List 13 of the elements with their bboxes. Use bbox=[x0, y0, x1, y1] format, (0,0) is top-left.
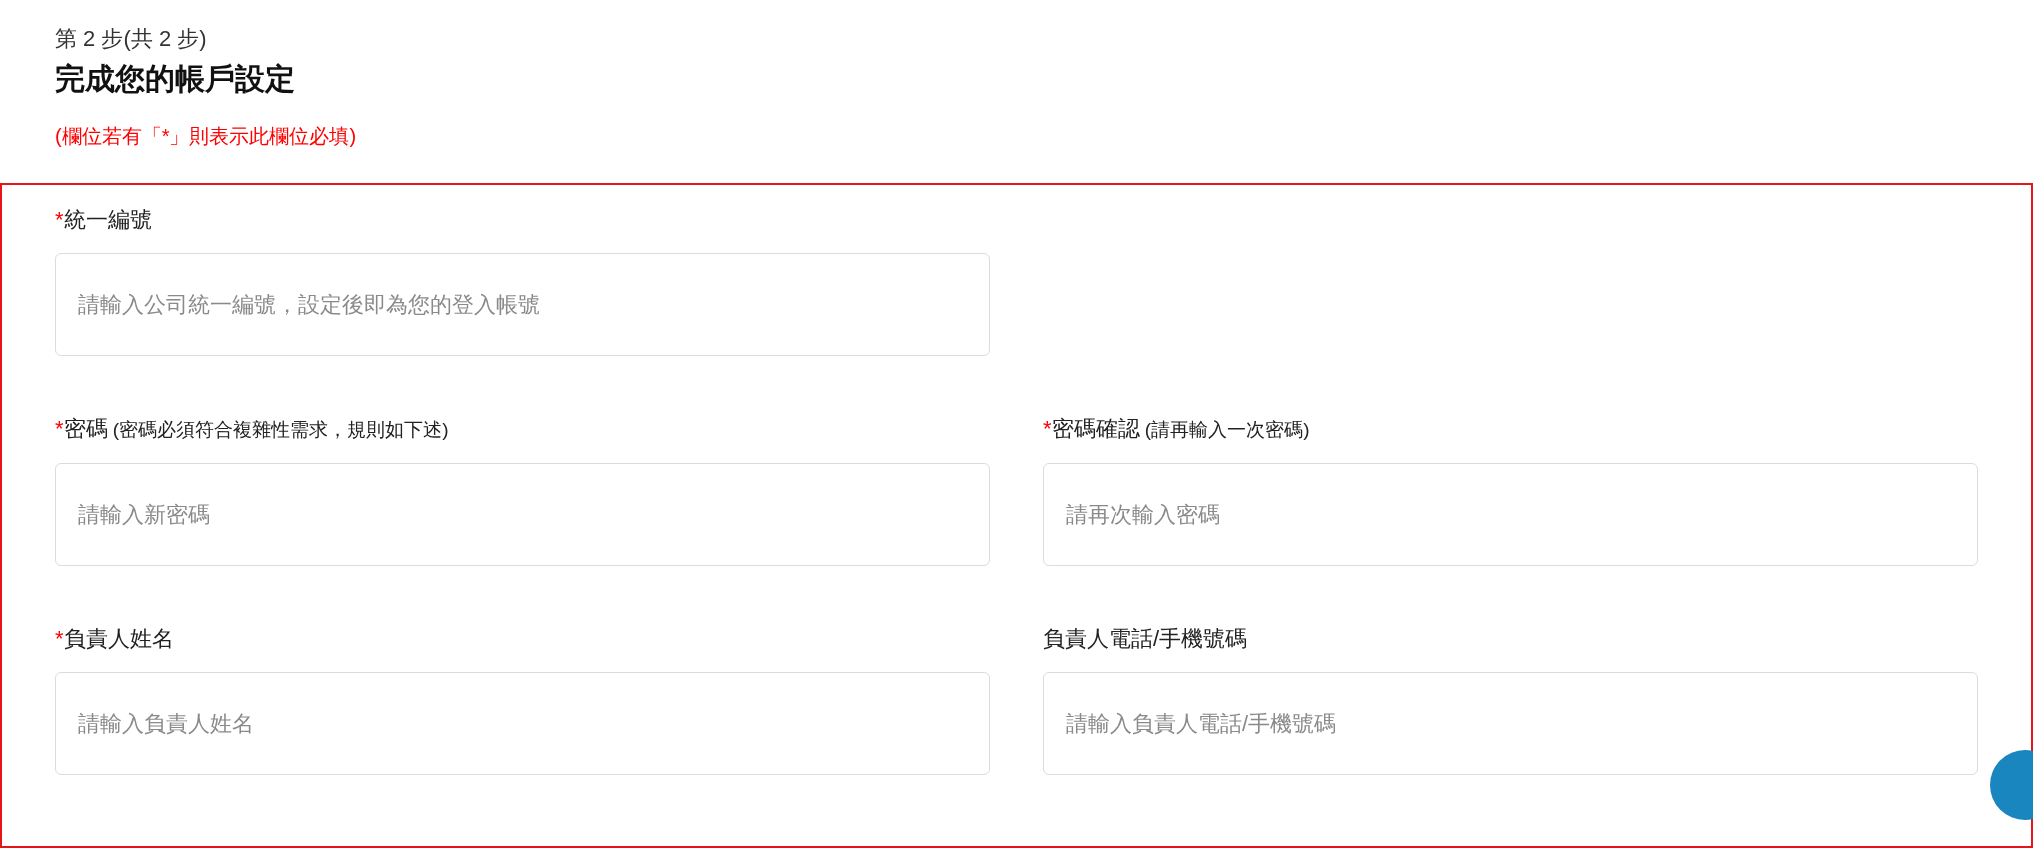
input-field[interactable]: 請輸入負責人電話/手機號碼 bbox=[1043, 672, 1978, 775]
input-field[interactable]: 請輸入公司統一編號，設定後即為您的登入帳號 bbox=[55, 253, 990, 356]
field-label: *密碼確認 (請再輸入一次密碼) bbox=[1043, 415, 1311, 443]
step-indicator: 第 2 步(共 2 步) bbox=[55, 25, 208, 53]
input-field[interactable]: 請輸入負責人姓名 bbox=[55, 672, 990, 775]
field-label: 負責人電話/手機號碼 bbox=[1043, 625, 1249, 653]
field-label: *密碼 (密碼必須符合複雜性需求，規則如下述) bbox=[55, 415, 450, 443]
field-label: *負責人姓名 bbox=[55, 625, 175, 653]
field-label: *統一編號 bbox=[55, 206, 153, 234]
required-note: (欄位若有「*」則表示此欄位必填) bbox=[55, 124, 358, 149]
input-field[interactable]: 請再次輸入密碼 bbox=[1043, 463, 1978, 566]
page-title: 完成您的帳戶設定 bbox=[55, 61, 296, 97]
input-field[interactable]: 請輸入新密碼 bbox=[55, 463, 990, 566]
